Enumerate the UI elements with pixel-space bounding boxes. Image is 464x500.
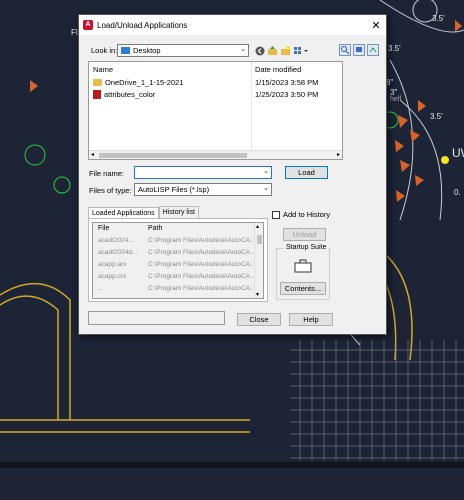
scroll-up-icon[interactable]: ▴ bbox=[256, 223, 259, 230]
scroll-left-icon[interactable]: ◂ bbox=[91, 151, 94, 158]
tab-history-list[interactable]: History list bbox=[158, 206, 199, 218]
file-column-header[interactable]: File bbox=[98, 225, 109, 232]
file-name-input[interactable]: ⌄ bbox=[134, 166, 272, 179]
vertical-scrollbar[interactable]: ▴ ▾ bbox=[254, 223, 263, 298]
list-item[interactable]: acadt2024... C:\Program Files\Autodesk\Au… bbox=[98, 237, 255, 244]
back-icon[interactable] bbox=[253, 44, 266, 57]
file-date: 1/15/2023 3:58 PM bbox=[255, 78, 319, 87]
file-name: OneDrive_1_1-15-2021 bbox=[105, 78, 184, 87]
app-file: acapp.crx bbox=[98, 273, 127, 280]
cad-dimension-label: 3.5' bbox=[432, 14, 445, 23]
load-unload-dialog: A Load/Unload Applications ✕ Look in: De… bbox=[78, 14, 387, 335]
file-name: attributes_color bbox=[104, 90, 156, 99]
date-modified-column-header[interactable]: Date modified bbox=[255, 65, 301, 74]
loaded-applications-panel: File Path acadt2024... C:\Program Files\A… bbox=[88, 218, 268, 302]
file-name-label: File name: bbox=[89, 169, 125, 178]
app-path: C:\Program Files\Autodesk\AutoCA... bbox=[148, 237, 256, 244]
app-path: C:\Program Files\Autodesk\AutoCA... bbox=[148, 285, 256, 292]
app-file: acadt2024... bbox=[98, 237, 134, 244]
startup-suite-group: Startup Suite Contents... bbox=[276, 244, 330, 300]
files-of-type-dropdown[interactable]: AutoLISP Files (*.lsp) ⌄ bbox=[134, 183, 272, 196]
file-list-item[interactable]: OneDrive_1_1-15-2021 bbox=[93, 78, 183, 87]
add-to-history-label: Add to History bbox=[283, 210, 331, 219]
list-item[interactable]: acadt2024d... C:\Program Files\Autodesk\A… bbox=[98, 249, 255, 256]
close-icon[interactable]: ✕ bbox=[366, 19, 386, 32]
scrollbar-thumb[interactable] bbox=[257, 235, 262, 244]
chevron-down-icon[interactable]: ⌄ bbox=[263, 167, 269, 175]
scroll-down-icon[interactable]: ▾ bbox=[256, 291, 259, 298]
close-button[interactable]: Close bbox=[237, 313, 281, 326]
dialog-titlebar[interactable]: A Load/Unload Applications ✕ bbox=[79, 15, 386, 35]
load-button[interactable]: Load bbox=[285, 166, 328, 179]
checkbox-box[interactable] bbox=[272, 210, 280, 219]
app-path: C:\Program Files\Autodesk\AutoCA... bbox=[148, 249, 256, 256]
find-file-icon[interactable] bbox=[338, 43, 351, 56]
look-in-value: Desktop bbox=[133, 46, 161, 55]
cad-label: helf bbox=[390, 96, 402, 103]
cad-label: 0. bbox=[454, 188, 461, 197]
file-list-item[interactable]: attributes_color bbox=[93, 90, 155, 99]
tab-bar: Loaded Applications History list bbox=[88, 206, 199, 219]
app-path: C:\Program Files\Autodesk\AutoCA... bbox=[148, 273, 256, 280]
horizontal-scrollbar[interactable]: ◂ ▸ bbox=[89, 150, 342, 159]
status-message-box bbox=[88, 311, 225, 325]
name-column-header[interactable]: Name bbox=[93, 65, 113, 74]
file-date: 1/25/2023 3:50 PM bbox=[255, 90, 319, 99]
contents-button[interactable]: Contents... bbox=[280, 282, 326, 295]
loaded-applications-list[interactable]: File Path acadt2024... C:\Program Files\A… bbox=[92, 222, 264, 299]
up-folder-icon[interactable] bbox=[266, 44, 279, 57]
desktop-icon bbox=[121, 47, 130, 54]
app-path: C:\Program Files\Autodesk\AutoCA... bbox=[148, 261, 256, 268]
add-to-history-checkbox[interactable]: Add to History bbox=[272, 210, 330, 219]
help-button[interactable]: Help bbox=[289, 313, 333, 326]
list-item[interactable]: acapp.crx C:\Program Files\Autodesk\AutoC… bbox=[98, 273, 255, 280]
cad-dimension-label: 8" bbox=[386, 78, 394, 87]
dialog-title: Load/Unload Applications bbox=[97, 20, 188, 30]
app-file: acapp.arx bbox=[98, 261, 127, 268]
file-list[interactable]: Name Date modified OneDrive_1_1-15-2021 … bbox=[88, 61, 343, 160]
views-menu-icon[interactable] bbox=[292, 44, 310, 57]
cad-label: Fl bbox=[71, 28, 78, 37]
cad-label: UW bbox=[452, 146, 464, 160]
app-file: ... bbox=[98, 285, 104, 292]
folder-location-icon[interactable] bbox=[366, 43, 379, 56]
cad-dimension-label: 3.5' bbox=[430, 112, 443, 121]
scrollbar-thumb[interactable] bbox=[99, 153, 247, 158]
scroll-right-icon[interactable]: ▸ bbox=[337, 151, 340, 158]
new-folder-icon[interactable] bbox=[279, 44, 292, 57]
unload-button[interactable]: Unload bbox=[283, 228, 326, 241]
pdf-file-icon bbox=[93, 90, 101, 99]
chevron-down-icon: ⌄ bbox=[263, 185, 269, 192]
path-column-header[interactable]: Path bbox=[148, 225, 162, 232]
folder-icon bbox=[93, 79, 102, 86]
column-divider[interactable] bbox=[251, 62, 252, 150]
briefcase-icon bbox=[294, 259, 312, 275]
files-of-type-label: Files of type: bbox=[89, 186, 132, 195]
cad-dimension-label: 3.5' bbox=[388, 44, 401, 53]
list-item[interactable]: ... C:\Program Files\Autodesk\AutoCA... bbox=[98, 285, 255, 292]
startup-suite-label: Startup Suite bbox=[284, 244, 329, 251]
files-of-type-value: AutoLISP Files (*.lsp) bbox=[138, 185, 210, 194]
app-file: acadt2024d... bbox=[98, 249, 138, 256]
look-in-label: Look in: bbox=[91, 46, 118, 55]
chevron-down-icon: ⌄ bbox=[240, 46, 246, 53]
look-in-dropdown[interactable]: Desktop ⌄ bbox=[117, 44, 249, 57]
autocad-icon: A bbox=[83, 20, 93, 30]
list-item[interactable]: acapp.arx C:\Program Files\Autodesk\AutoC… bbox=[98, 261, 255, 268]
web-search-icon[interactable] bbox=[352, 43, 365, 56]
